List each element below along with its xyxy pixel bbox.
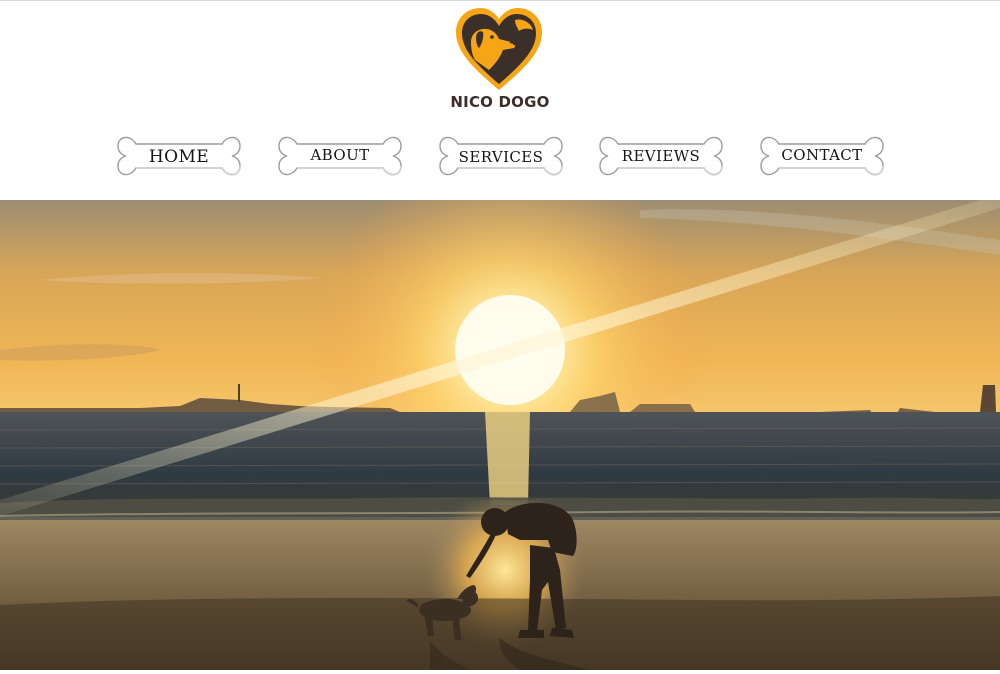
main-nav: HOME ABOUT SERVICES REVIEWS CONTACT bbox=[0, 128, 1000, 186]
nav-about[interactable]: ABOUT bbox=[277, 128, 403, 184]
dog-heart-icon bbox=[456, 8, 542, 90]
nav-home-label: HOME bbox=[148, 147, 210, 167]
sunset-beach-photo bbox=[0, 200, 1000, 670]
nav-about-label: ABOUT bbox=[310, 146, 370, 164]
logo-link[interactable]: NICO DOGO bbox=[440, 4, 560, 112]
nav-contact[interactable]: CONTACT bbox=[759, 128, 885, 184]
bottom-border bbox=[0, 670, 1000, 674]
nav-services[interactable]: SERVICES bbox=[438, 128, 564, 184]
nav-reviews-label: REVIEWS bbox=[621, 147, 701, 165]
nav-contact-label: CONTACT bbox=[781, 146, 863, 164]
site-header: NICO DOGO HOME ABOUT SERVICES REVIEWS CO… bbox=[0, 0, 1000, 200]
hero-image bbox=[0, 200, 1000, 670]
nav-services-label: SERVICES bbox=[458, 148, 544, 166]
nav-reviews[interactable]: REVIEWS bbox=[598, 128, 724, 184]
brand-name: NICO DOGO bbox=[450, 93, 550, 111]
nav-home[interactable]: HOME bbox=[116, 128, 242, 184]
